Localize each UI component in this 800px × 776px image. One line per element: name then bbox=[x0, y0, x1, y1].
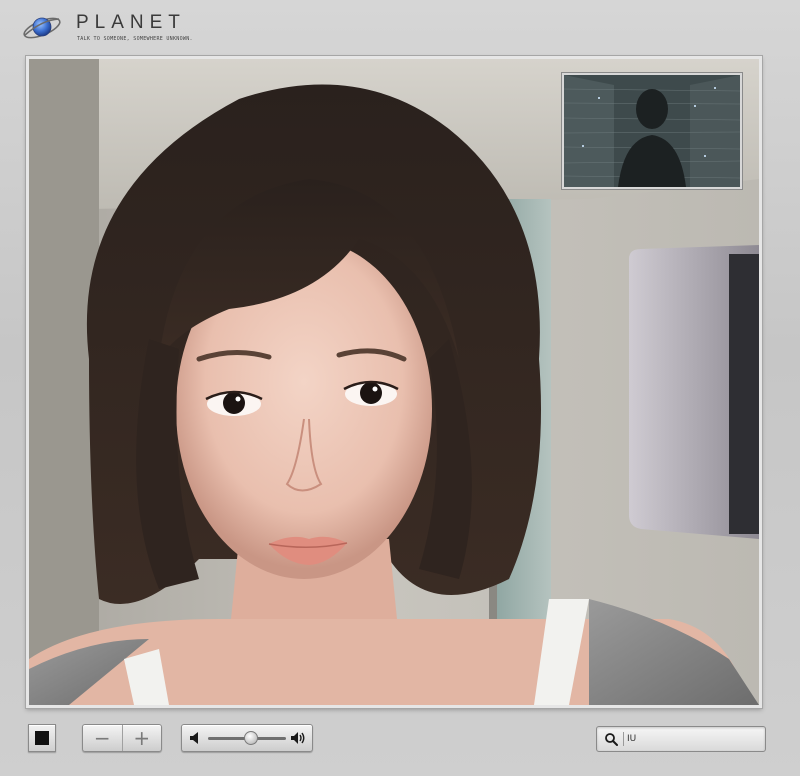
zoom-in-button[interactable]: + bbox=[121, 725, 162, 751]
search-icon[interactable] bbox=[604, 732, 618, 746]
search-box bbox=[596, 726, 766, 752]
stop-icon bbox=[35, 731, 49, 745]
video-call-window: PLANET TALK TO SOMEONE, SOMEWHERE UNKNOW… bbox=[0, 0, 800, 776]
stop-button[interactable] bbox=[28, 724, 56, 752]
brand-name: PLANET bbox=[76, 12, 186, 33]
speaker-high-icon[interactable] bbox=[290, 731, 306, 745]
header: PLANET TALK TO SOMEONE, SOMEWHERE UNKNOW… bbox=[20, 8, 780, 48]
search-divider bbox=[623, 732, 624, 746]
speaker-low-icon[interactable] bbox=[188, 731, 204, 745]
volume-slider-track[interactable] bbox=[208, 731, 286, 745]
volume-slider-thumb[interactable] bbox=[243, 731, 258, 745]
main-video-feed bbox=[26, 56, 762, 708]
zoom-controls: − + bbox=[82, 724, 162, 752]
self-view-pip[interactable] bbox=[562, 73, 742, 189]
search-input[interactable] bbox=[627, 730, 759, 748]
zoom-out-button[interactable]: − bbox=[83, 725, 122, 751]
planet-logo-icon bbox=[20, 8, 64, 46]
self-view-image bbox=[564, 75, 740, 187]
brand-tagline: TALK TO SOMEONE, SOMEWHERE UNKNOWN. bbox=[77, 36, 193, 42]
volume-control bbox=[181, 724, 313, 752]
